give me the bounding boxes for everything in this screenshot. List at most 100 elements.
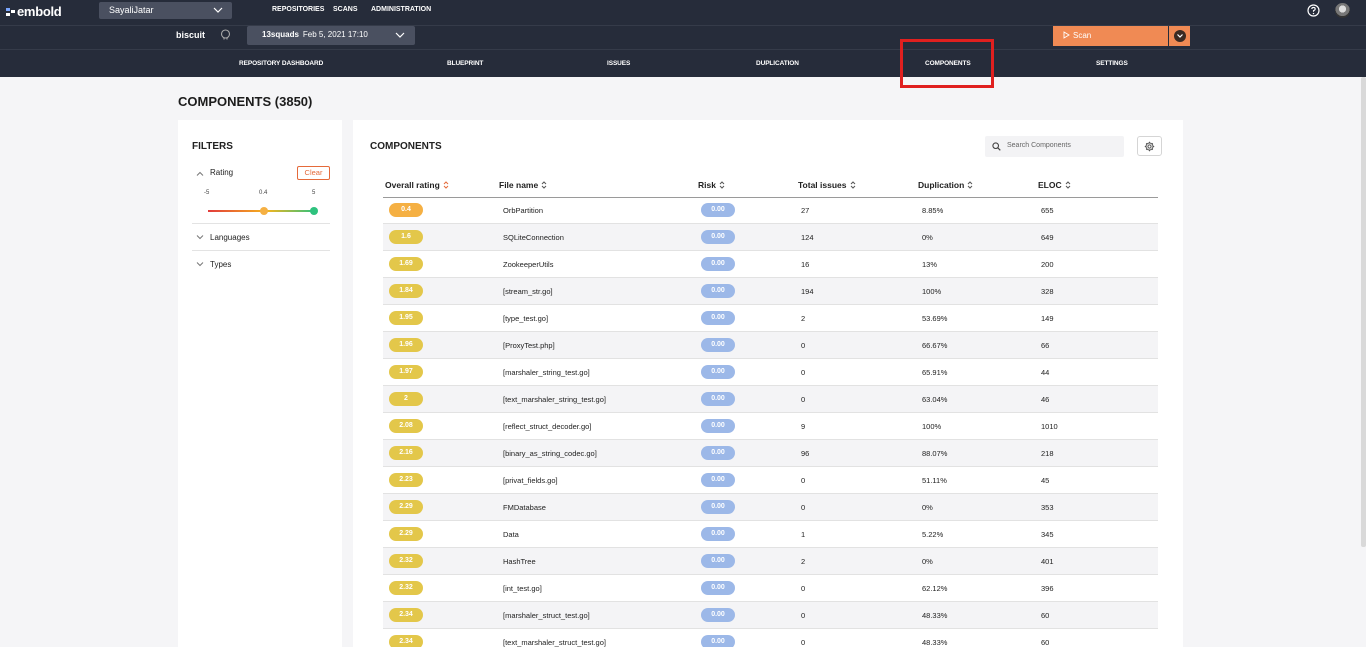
tab-components[interactable]: COMPONENTS xyxy=(925,60,971,67)
nav-repositories[interactable]: REPOSITORIES xyxy=(272,6,324,13)
file-name-link[interactable]: [privat_fields.go] xyxy=(503,476,558,485)
file-name-link[interactable]: [marshaler_struct_test.go] xyxy=(503,611,590,620)
user-avatar[interactable] xyxy=(1335,3,1350,18)
scan-button[interactable]: Scan xyxy=(1053,26,1168,46)
risk-badge: 0.00 xyxy=(701,554,735,568)
table-row[interactable]: 1.69 ZookeeperUtils 0.00 16 13% 200 xyxy=(383,251,1158,278)
table-row[interactable]: 2.32 HashTree 0.00 2 0% 401 xyxy=(383,548,1158,575)
tab-blueprint[interactable]: BLUEPRINT xyxy=(447,60,483,67)
file-name-link[interactable]: [int_test.go] xyxy=(503,584,542,593)
eloc-value: 396 xyxy=(1041,584,1054,593)
risk-badge: 0.00 xyxy=(701,392,735,406)
rating-badge: 1.96 xyxy=(389,338,423,352)
scan-select[interactable]: 13squads Feb 5, 2021 17:10 xyxy=(247,26,415,45)
table-row[interactable]: 2.34 [text_marshaler_struct_test.go] 0.00 0… xyxy=(383,629,1158,647)
file-name-link[interactable]: [stream_str.go] xyxy=(503,287,553,296)
file-name-link[interactable]: [text_marshaler_struct_test.go] xyxy=(503,638,606,647)
rating-badge: 2.29 xyxy=(389,500,423,514)
divider xyxy=(192,250,330,251)
repository-name[interactable]: biscuit xyxy=(176,30,205,40)
filters-panel: FILTERS Rating Clear -5 0.4 5 Languages … xyxy=(178,120,342,647)
tab-settings[interactable]: SETTINGS xyxy=(1096,60,1128,67)
table-row[interactable]: 2.16 [binary_as_string_codec.go] 0.00 96 88.… xyxy=(383,440,1158,467)
file-name-link[interactable]: [ProxyTest.php] xyxy=(503,341,555,350)
page-scrollbar[interactable] xyxy=(1361,77,1366,547)
eloc-value: 46 xyxy=(1041,395,1050,404)
risk-badge: 0.00 xyxy=(701,203,735,217)
table-row[interactable]: 2.08 [reflect_struct_decoder.go] 0.00 9 100%… xyxy=(383,413,1158,440)
eloc-value: 655 xyxy=(1041,206,1054,215)
chevron-down-icon[interactable] xyxy=(196,233,204,241)
file-name-link[interactable]: OrbPartition xyxy=(503,206,543,215)
column-header-total-issues[interactable]: Total issues xyxy=(798,180,856,190)
file-name-link[interactable]: FMDatabase xyxy=(503,503,546,512)
column-header-eloc[interactable]: ELOC xyxy=(1038,180,1071,190)
help-icon[interactable] xyxy=(1307,4,1320,17)
file-name-link[interactable]: Data xyxy=(503,530,519,539)
column-header-duplication[interactable]: Duplication xyxy=(918,180,973,190)
table-row[interactable]: 2 [text_marshaler_string_test.go] 0.00 0 63.… xyxy=(383,386,1158,413)
column-header-risk[interactable]: Risk xyxy=(698,180,725,190)
search-icon xyxy=(992,142,1001,151)
table-row[interactable]: 2.32 [int_test.go] 0.00 0 62.12% 396 xyxy=(383,575,1158,602)
table-row[interactable]: 1.84 [stream_str.go] 0.00 194 100% 328 xyxy=(383,278,1158,305)
chevron-down-icon[interactable] xyxy=(196,260,204,268)
tab-repository-dashboard[interactable]: REPOSITORY DASHBOARD xyxy=(239,60,323,67)
search-input[interactable]: Search Components xyxy=(985,136,1124,157)
languages-filter-label[interactable]: Languages xyxy=(210,233,250,242)
embold-logo[interactable]: embold xyxy=(6,4,62,19)
file-name-link[interactable]: [binary_as_string_codec.go] xyxy=(503,449,597,458)
table-row[interactable]: 1.96 [ProxyTest.php] 0.00 0 66.67% 66 xyxy=(383,332,1158,359)
table-row[interactable]: 2.34 [marshaler_struct_test.go] 0.00 0 48.33… xyxy=(383,602,1158,629)
table-row[interactable]: 0.4 OrbPartition 0.00 27 8.85% 655 xyxy=(383,197,1158,224)
tab-issues[interactable]: ISSUES xyxy=(607,60,630,67)
total-issues-value: 96 xyxy=(801,449,810,458)
file-name-link[interactable]: [reflect_struct_decoder.go] xyxy=(503,422,591,431)
risk-badge: 0.00 xyxy=(701,311,735,325)
file-name-link[interactable]: [type_test.go] xyxy=(503,314,548,323)
table-row[interactable]: 2.23 [privat_fields.go] 0.00 0 51.11% 45 xyxy=(383,467,1158,494)
table-row[interactable]: 1.6 SQLiteConnection 0.00 124 0% 649 xyxy=(383,224,1158,251)
total-issues-value: 0 xyxy=(801,368,806,377)
file-name-link[interactable]: [marshaler_string_test.go] xyxy=(503,368,590,377)
play-icon xyxy=(1063,31,1070,39)
table-row[interactable]: 2.29 Data 0.00 1 5.22% 345 xyxy=(383,521,1158,548)
rating-filter-label[interactable]: Rating xyxy=(210,168,233,177)
nav-administration[interactable]: ADMINISTRATION xyxy=(371,6,431,13)
logo-text: embold xyxy=(17,4,62,19)
slider-handle-high[interactable] xyxy=(310,207,318,215)
embold-logo-icon xyxy=(6,8,15,16)
eloc-value: 149 xyxy=(1041,314,1054,323)
types-filter-label[interactable]: Types xyxy=(210,260,231,269)
eloc-value: 401 xyxy=(1041,557,1054,566)
nav-scans[interactable]: SCANS xyxy=(333,6,358,13)
eloc-value: 45 xyxy=(1041,476,1050,485)
slider-handle-low[interactable] xyxy=(260,207,268,215)
tab-duplication[interactable]: DUPLICATION xyxy=(756,60,799,67)
risk-badge: 0.00 xyxy=(701,473,735,487)
gear-icon xyxy=(1144,141,1155,152)
github-icon[interactable] xyxy=(220,29,231,40)
duplication-value: 51.11% xyxy=(922,476,947,485)
column-header-overall-rating[interactable]: Overall rating xyxy=(385,180,449,190)
table-row[interactable]: 1.95 [type_test.go] 0.00 2 53.69% 149 xyxy=(383,305,1158,332)
file-name-link[interactable]: [text_marshaler_string_test.go] xyxy=(503,395,606,404)
organization-select[interactable]: SayaliJatar xyxy=(99,2,232,19)
column-header-label: Overall rating xyxy=(385,180,440,190)
file-name-link[interactable]: ZookeeperUtils xyxy=(503,260,553,269)
clear-button[interactable]: Clear xyxy=(297,166,330,180)
rating-badge: 2.32 xyxy=(389,581,423,595)
file-name-link[interactable]: SQLiteConnection xyxy=(503,233,564,242)
table-row[interactable]: 1.97 [marshaler_string_test.go] 0.00 0 65.91… xyxy=(383,359,1158,386)
settings-button[interactable] xyxy=(1137,136,1162,156)
rating-badge: 2.23 xyxy=(389,473,423,487)
table-row[interactable]: 2.29 FMDatabase 0.00 0 0% 353 xyxy=(383,494,1158,521)
column-header-file-name[interactable]: File name xyxy=(499,180,547,190)
section-nav: REPOSITORY DASHBOARD BLUEPRINT ISSUES DU… xyxy=(0,49,1366,77)
organization-name: SayaliJatar xyxy=(109,5,154,15)
chevron-up-icon[interactable] xyxy=(196,170,204,178)
file-name-link[interactable]: HashTree xyxy=(503,557,536,566)
rating-badge: 2.16 xyxy=(389,446,423,460)
scan-options-button[interactable] xyxy=(1169,26,1190,46)
sort-icon xyxy=(967,181,973,189)
